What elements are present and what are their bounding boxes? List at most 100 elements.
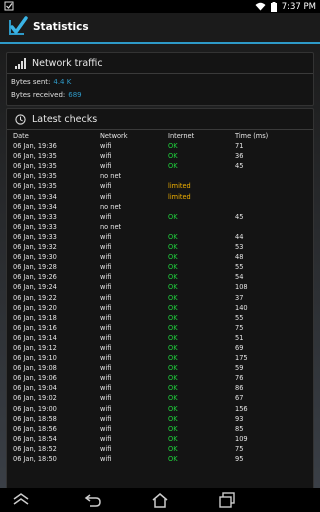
table-row: 06 Jan, 19:06 wifi OK 76 — [12, 373, 312, 383]
table-row: 06 Jan, 19:08 wifi OK 59 — [12, 363, 312, 373]
navigation-bar — [0, 488, 320, 512]
network-traffic-card: Network traffic Bytes sent: 4.4 K Bytes r… — [6, 52, 314, 106]
network-cell: wifi — [100, 243, 112, 252]
table-row: 06 Jan, 19:35 no net — [12, 171, 312, 181]
time-cell: 59 — [235, 364, 244, 373]
internet-status: OK — [168, 152, 178, 161]
internet-status: OK — [168, 323, 178, 332]
table-row: 06 Jan, 19:24 wifi OK 108 — [12, 282, 312, 292]
checks-table: Date Network Internet Time (ms) 06 Jan, … — [12, 131, 312, 464]
network-cell: wifi — [100, 232, 112, 241]
table-row: 06 Jan, 19:30 wifi OK 48 — [12, 252, 312, 262]
network-cell: wifi — [100, 444, 112, 453]
status-bar: 7:37 PM — [0, 0, 320, 13]
network-cell: no net — [100, 202, 122, 211]
network-cell: wifi — [100, 414, 112, 423]
table-row: 06 Jan, 19:10 wifi OK 175 — [12, 353, 312, 363]
date-cell: 06 Jan, 19:33 — [13, 232, 57, 241]
recent-apps-icon[interactable] — [218, 492, 236, 508]
network-traffic-header: Network traffic — [7, 53, 313, 74]
network-cell: wifi — [100, 394, 112, 403]
time-cell: 55 — [235, 313, 244, 322]
network-cell: wifi — [100, 283, 112, 292]
date-cell: 06 Jan, 18:56 — [13, 424, 57, 433]
network-cell: wifi — [100, 374, 112, 383]
table-row: 06 Jan, 19:26 wifi OK 54 — [12, 272, 312, 282]
column-header-internet: Internet — [168, 132, 195, 140]
time-cell: 71 — [235, 142, 244, 151]
time-cell: 51 — [235, 333, 244, 342]
date-cell: 06 Jan, 18:58 — [13, 414, 57, 423]
table-row: 06 Jan, 19:28 wifi OK 55 — [12, 262, 312, 272]
clock-icon — [15, 113, 26, 125]
internet-status: OK — [168, 404, 178, 413]
latest-checks-header: Latest checks — [7, 109, 313, 130]
date-cell: 06 Jan, 19:26 — [13, 273, 57, 282]
collapse-icon[interactable] — [12, 492, 30, 508]
date-cell: 06 Jan, 19:35 — [13, 162, 57, 171]
time-cell: 75 — [235, 444, 244, 453]
internet-status: OK — [168, 273, 178, 282]
date-cell: 06 Jan, 18:54 — [13, 434, 57, 443]
internet-status: OK — [168, 303, 178, 312]
date-cell: 06 Jan, 19:16 — [13, 323, 57, 332]
network-cell: wifi — [100, 162, 112, 171]
bytes-received-row: Bytes received: 689 — [11, 91, 82, 99]
time-cell: 93 — [235, 414, 244, 423]
network-cell: wifi — [100, 384, 112, 393]
table-row: 06 Jan, 18:58 wifi OK 93 — [12, 414, 312, 424]
time-cell: 85 — [235, 424, 244, 433]
time-cell: 86 — [235, 384, 244, 393]
content-area: Network traffic Bytes sent: 4.4 K Bytes r… — [0, 44, 320, 489]
table-row: 06 Jan, 18:56 wifi OK 85 — [12, 424, 312, 434]
table-row: 06 Jan, 18:52 wifi OK 75 — [12, 444, 312, 454]
back-icon[interactable] — [84, 492, 102, 508]
wifi-icon — [255, 2, 266, 11]
network-cell: no net — [100, 172, 122, 181]
table-row: 06 Jan, 19:22 wifi OK 37 — [12, 293, 312, 303]
date-cell: 06 Jan, 19:35 — [13, 182, 57, 191]
date-cell: 06 Jan, 19:33 — [13, 212, 57, 221]
network-cell: wifi — [100, 333, 112, 342]
network-cell: wifi — [100, 313, 112, 322]
date-cell: 06 Jan, 19:35 — [13, 152, 57, 161]
network-cell: wifi — [100, 364, 112, 373]
table-row: 06 Jan, 19:32 wifi OK 53 — [12, 242, 312, 252]
network-cell: wifi — [100, 354, 112, 363]
time-cell: 175 — [235, 354, 248, 363]
internet-status: OK — [168, 212, 178, 221]
date-cell: 06 Jan, 19:08 — [13, 364, 57, 373]
time-cell: 95 — [235, 455, 244, 463]
network-cell: wifi — [100, 343, 112, 352]
internet-status: OK — [168, 333, 178, 342]
table-row: 06 Jan, 19:33 wifi OK 45 — [12, 212, 312, 222]
internet-status: OK — [168, 313, 178, 322]
table-row: 06 Jan, 19:34 no net — [12, 202, 312, 212]
date-cell: 06 Jan, 19:14 — [13, 333, 57, 342]
time-cell: 156 — [235, 404, 248, 413]
date-cell: 06 Jan, 19:32 — [13, 243, 57, 252]
network-cell: wifi — [100, 152, 112, 161]
internet-status: OK — [168, 414, 178, 423]
date-cell: 06 Jan, 19:04 — [13, 384, 57, 393]
column-header-network: Network — [100, 132, 128, 140]
table-row: 06 Jan, 19:35 wifi limited — [12, 181, 312, 191]
date-cell: 06 Jan, 19:18 — [13, 313, 57, 322]
date-cell: 06 Jan, 19:02 — [13, 394, 57, 403]
latest-checks-title: Latest checks — [32, 113, 98, 125]
date-cell: 06 Jan, 19:35 — [13, 172, 57, 181]
table-row: 06 Jan, 19:16 wifi OK 75 — [12, 323, 312, 333]
bytes-received-label: Bytes received: — [11, 91, 66, 99]
home-icon[interactable] — [151, 492, 169, 508]
network-cell: wifi — [100, 253, 112, 262]
internet-status: limited — [168, 192, 191, 201]
time-cell: 108 — [235, 283, 248, 292]
battery-icon — [270, 1, 277, 12]
date-cell: 06 Jan, 18:52 — [13, 444, 57, 453]
clock-time: 7:37 PM — [281, 1, 316, 12]
app-checkmark-icon[interactable] — [6, 16, 28, 38]
bytes-sent-value: 4.4 K — [53, 78, 72, 86]
date-cell: 06 Jan, 19:06 — [13, 374, 57, 383]
action-bar: Statistics — [0, 13, 320, 44]
network-cell: wifi — [100, 273, 112, 282]
